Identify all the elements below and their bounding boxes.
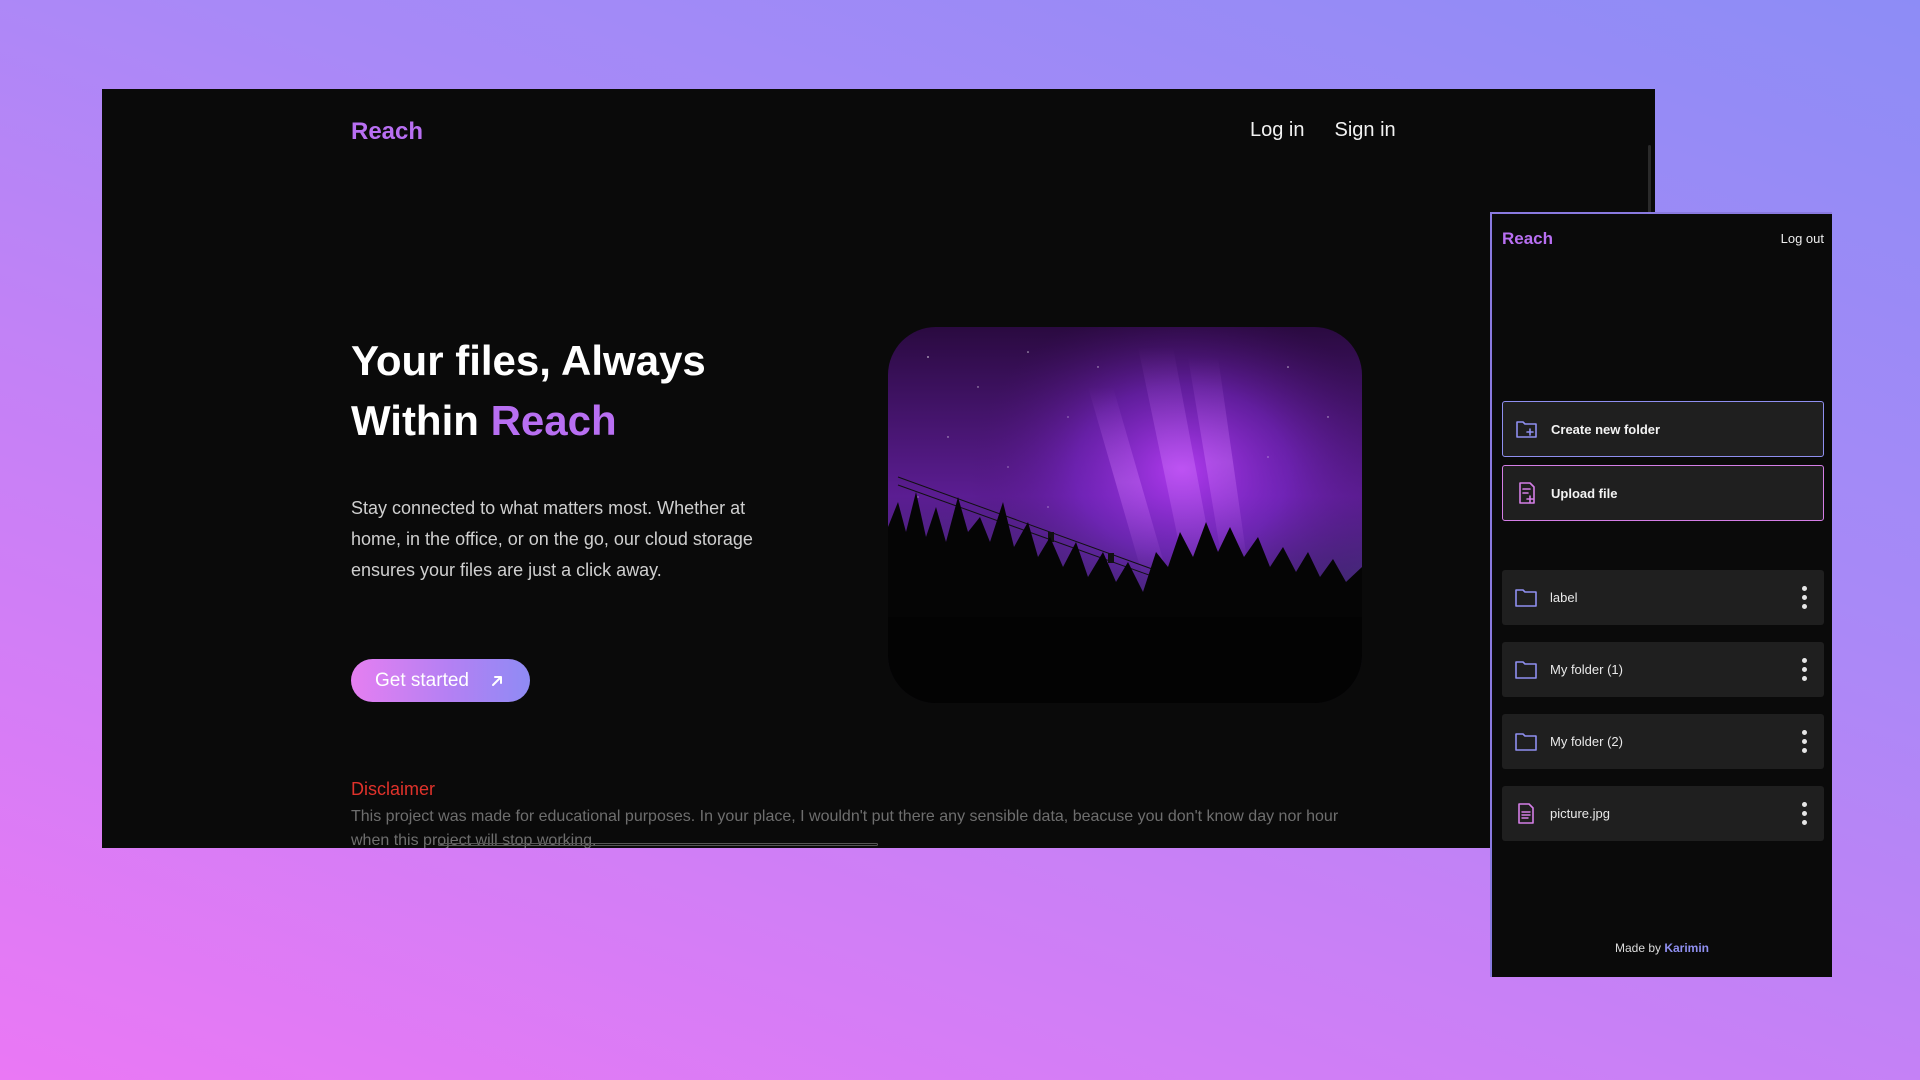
more-options-icon[interactable] <box>1784 650 1824 690</box>
disclaimer-title: Disclaimer <box>351 779 436 799</box>
list-item-folder[interactable]: My folder (2) <box>1502 714 1824 769</box>
author-link[interactable]: Karimin <box>1664 941 1709 955</box>
mobile-window: Reach Log out Create new folder Upload f… <box>1490 212 1832 977</box>
mobile-footer: Made by Karimin <box>1492 941 1832 955</box>
desktop-logo[interactable]: Reach <box>351 118 423 146</box>
list-item-name: label <box>1550 590 1578 605</box>
file-icon <box>1502 803 1550 824</box>
hero-title-accent: Reach <box>490 397 617 444</box>
list-item-name: My folder (1) <box>1550 662 1623 677</box>
folder-plus-icon <box>1503 419 1551 439</box>
folder-icon <box>1502 660 1550 679</box>
mobile-logo[interactable]: Reach <box>1502 229 1553 249</box>
footer-prefix: Made by <box>1614 941 1665 955</box>
list-item-file[interactable]: picture.jpg <box>1502 786 1824 841</box>
arrow-up-right-icon <box>492 675 502 686</box>
list-item-folder[interactable]: label <box>1502 570 1824 625</box>
desktop-window: Reach Log in Sign in Your files, Always … <box>102 89 1655 848</box>
list-item-name: My folder (2) <box>1550 734 1623 749</box>
more-options-icon[interactable] <box>1784 578 1824 618</box>
upload-file-label: Upload file <box>1551 485 1618 501</box>
hero-title: Your files, Always Within Reach <box>351 331 706 451</box>
create-folder-button[interactable]: Create new folder <box>1502 401 1824 457</box>
hero-description: Stay connected to what matters most. Whe… <box>351 498 753 580</box>
hero-title-line2-prefix: Within <box>351 397 491 444</box>
aurora-forest-image <box>888 327 1362 703</box>
login-link[interactable]: Log in <box>1250 119 1305 142</box>
desktop-nav-links: Log in Sign in <box>1250 119 1396 142</box>
list-item-folder[interactable]: My folder (1) <box>1502 642 1824 697</box>
hero-title-line1: Your files, Always <box>351 337 706 384</box>
more-options-icon[interactable] <box>1784 722 1824 762</box>
desktop-navbar: Reach Log in Sign in <box>351 104 1655 146</box>
folder-icon <box>1502 732 1550 751</box>
more-options-icon[interactable] <box>1784 794 1824 834</box>
upload-file-button[interactable]: Upload file <box>1502 465 1824 521</box>
file-plus-icon <box>1503 482 1551 504</box>
get-started-label: Get started <box>375 669 469 691</box>
folder-icon <box>1502 588 1550 607</box>
disclaimer-text: This project was made for educational pu… <box>351 808 1339 848</box>
create-folder-label: Create new folder <box>1551 421 1661 437</box>
list-item-name: picture.jpg <box>1550 806 1610 821</box>
logout-button[interactable]: Log out <box>1781 231 1824 246</box>
get-started-button[interactable]: Get started <box>351 659 530 702</box>
signin-link[interactable]: Sign in <box>1335 119 1396 142</box>
hero-image <box>888 327 1362 703</box>
horizontal-scrollbar[interactable] <box>438 843 878 846</box>
